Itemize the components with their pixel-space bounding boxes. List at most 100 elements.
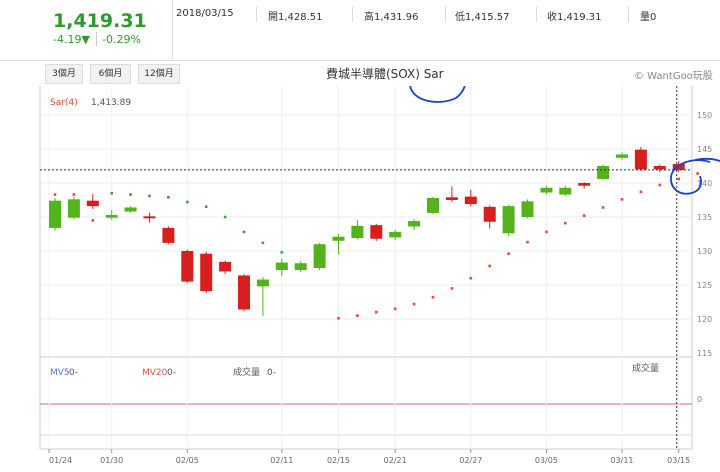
sar-point bbox=[545, 230, 548, 234]
y-tick-label: 130 bbox=[697, 247, 712, 256]
candle-body bbox=[49, 200, 61, 228]
y-tick-label: 120 bbox=[697, 315, 712, 324]
x-tick-label: 02/15 bbox=[327, 456, 350, 465]
volume-zero-label: 0 bbox=[697, 395, 702, 404]
price-change-percent: -0.29% bbox=[102, 33, 141, 46]
sar-value: 1,413.89 bbox=[91, 98, 131, 108]
range-12m-button[interactable]: 12個月 bbox=[138, 64, 180, 84]
mv20-label: MV20 bbox=[142, 368, 168, 378]
candles-layer bbox=[49, 146, 685, 316]
x-tick-label: 03/05 bbox=[535, 456, 558, 465]
y-tick-label: 150 bbox=[697, 111, 712, 120]
x-tick-label: 03/11 bbox=[610, 456, 633, 465]
sar-point bbox=[167, 195, 170, 199]
sar-point bbox=[412, 302, 416, 306]
sar-point bbox=[431, 295, 435, 299]
sar-point bbox=[393, 307, 397, 311]
candle-body bbox=[67, 199, 80, 218]
y-tick-label: 125 bbox=[697, 281, 712, 290]
mv5-value: 0- bbox=[69, 368, 78, 378]
low-value: 1,415.57 bbox=[465, 12, 510, 23]
y-tick-label: 115 bbox=[697, 349, 712, 358]
sar-point bbox=[53, 193, 57, 196]
sar-point bbox=[280, 251, 284, 254]
sar-point bbox=[564, 221, 567, 225]
candle-body bbox=[559, 187, 572, 195]
candle-body bbox=[370, 225, 383, 239]
sar-point bbox=[110, 191, 113, 195]
sar-label: Sar(4) bbox=[50, 98, 78, 108]
candle-body bbox=[294, 263, 307, 271]
x-tick-label: 02/11 bbox=[270, 456, 293, 465]
stat-divider bbox=[352, 6, 353, 22]
quote-header: 1,419.31 -4.19▼ -0.29% 2018/03/15 開1,428… bbox=[0, 0, 720, 61]
sar-point bbox=[375, 310, 378, 314]
chart-grid bbox=[39, 86, 693, 453]
x-tick-label: 02/27 bbox=[459, 456, 482, 465]
stat-divider bbox=[536, 6, 537, 22]
sar-point bbox=[148, 194, 151, 198]
candle-body bbox=[616, 154, 628, 158]
candle-body bbox=[389, 231, 402, 238]
candle-body bbox=[200, 253, 213, 292]
candle-body bbox=[181, 251, 194, 282]
candle-body bbox=[124, 207, 137, 212]
open-stat: 開1,428.51 bbox=[268, 8, 323, 23]
sar-point bbox=[261, 241, 265, 245]
price-box: 1,419.31 -4.19▼ -0.29% bbox=[40, 0, 173, 60]
sar-point bbox=[337, 317, 340, 320]
candle-body bbox=[427, 197, 439, 213]
stat-divider bbox=[628, 6, 629, 22]
sar-point bbox=[507, 252, 510, 256]
sar-point bbox=[488, 264, 491, 268]
price-change: -4.19▼ bbox=[53, 33, 90, 46]
chart-svg[interactable]: 1501451401351301251201150 01/24 01/30 02/0… bbox=[0, 86, 720, 472]
candle-body bbox=[634, 149, 647, 170]
low-stat: 低1,415.57 bbox=[455, 8, 510, 23]
x-tick-label: 03/15 bbox=[667, 456, 690, 465]
range-6m-button[interactable]: 6個月 bbox=[90, 64, 131, 84]
candle-body bbox=[256, 279, 269, 287]
range-3m-button[interactable]: 3個月 bbox=[45, 64, 83, 84]
high-stat: 高1,431.96 bbox=[364, 8, 419, 23]
candle-body bbox=[238, 275, 250, 310]
sar-point bbox=[356, 314, 359, 317]
candle-body bbox=[578, 183, 591, 186]
copyright-text: © WantGoo玩股 bbox=[634, 71, 713, 82]
volume-value: 0- bbox=[267, 368, 276, 378]
sar-point bbox=[129, 193, 132, 196]
candle-body bbox=[162, 227, 175, 243]
stat-divider bbox=[445, 6, 446, 22]
candle-body bbox=[86, 200, 99, 207]
sar-point bbox=[223, 215, 227, 219]
candle-body bbox=[597, 166, 610, 179]
candle-body bbox=[275, 262, 288, 271]
sar-layer bbox=[53, 172, 699, 320]
chart-title: 費城半導體(SOX) Sar bbox=[326, 67, 444, 81]
mv20-value: 0- bbox=[167, 368, 176, 378]
candle-body bbox=[653, 166, 666, 170]
quote-date: 2018/03/15 bbox=[176, 8, 234, 19]
candle-body bbox=[105, 214, 118, 218]
open-value: 1,428.51 bbox=[278, 12, 323, 23]
sar-point bbox=[450, 287, 454, 290]
x-tick-label: 01/24 bbox=[49, 456, 72, 465]
candle-body bbox=[313, 244, 326, 268]
volume-axis-label: 成交量 bbox=[632, 362, 659, 374]
candle-body bbox=[464, 196, 477, 205]
sar-point bbox=[91, 219, 95, 222]
volume-label: 量 bbox=[640, 12, 650, 23]
sar-point bbox=[72, 193, 76, 196]
x-tick-label: 02/05 bbox=[176, 456, 199, 465]
volume-label: 成交量 bbox=[233, 366, 260, 378]
stat-divider bbox=[256, 6, 257, 22]
volume-value: 0 bbox=[650, 12, 657, 23]
volume-stat: 量0 bbox=[640, 8, 656, 23]
change-divider bbox=[96, 32, 97, 46]
candle-body bbox=[540, 187, 553, 193]
open-label: 開 bbox=[268, 12, 278, 23]
y-tick-label: 135 bbox=[697, 213, 712, 222]
sar-point bbox=[526, 240, 529, 244]
candle-body bbox=[332, 236, 345, 241]
sar-point bbox=[601, 206, 605, 209]
